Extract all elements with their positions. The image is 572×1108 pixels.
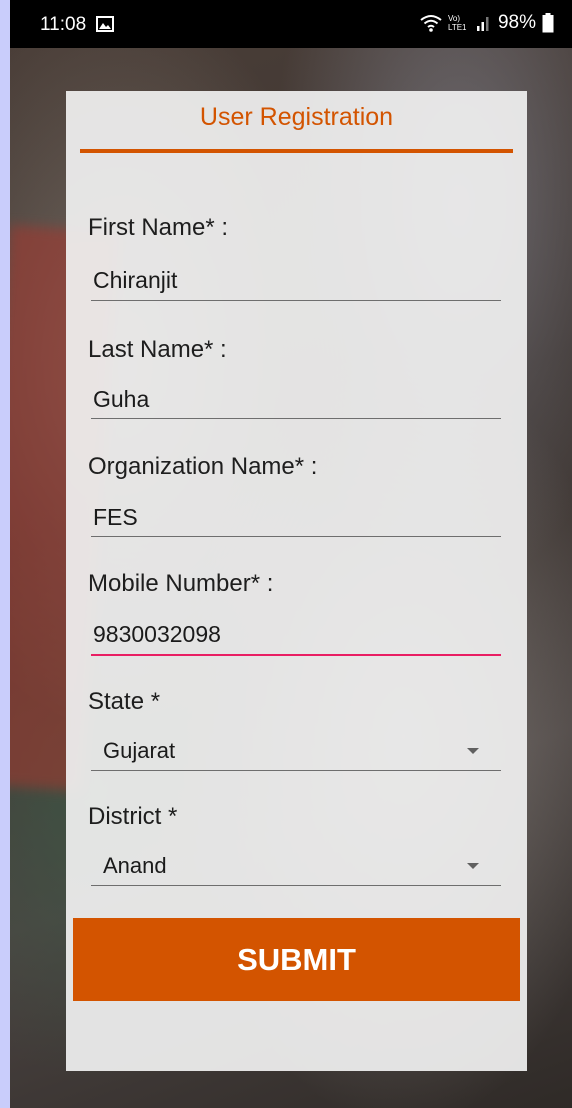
district-dropdown[interactable]: Anand [103,853,167,879]
last-name-field[interactable]: Guha [93,386,149,413]
status-icons: Vo) LTE1 98% [420,12,554,34]
state-label: State * [88,688,161,715]
submit-button[interactable]: SUBMIT [73,918,520,1001]
wifi-icon [420,15,442,32]
organization-underline [91,536,501,537]
page-title: User Registration [199,103,394,131]
battery-icon [542,13,554,33]
gallery-icon [96,16,114,32]
organization-label: Organization Name* : [88,453,318,480]
status-time: 11:08 [40,14,87,35]
mobile-label: Mobile Number* : [88,570,274,597]
mobile-field[interactable]: 9830032098 [93,621,221,648]
district-dropdown-arrow-icon[interactable] [467,863,479,869]
network-label: Vo) LTE1 [447,14,467,32]
first-name-underline [91,300,501,301]
battery-percent: 98% [497,12,536,33]
signal-icon [476,17,489,31]
last-name-underline [91,418,501,419]
state-dropdown-arrow-icon[interactable] [467,748,479,754]
district-label: District * [88,803,178,830]
last-name-label: Last Name* : [88,336,227,363]
organization-field[interactable]: FES [93,504,138,531]
first-name-label: First Name* : [88,214,229,241]
state-underline [91,770,501,771]
state-dropdown[interactable]: Gujarat [103,738,175,764]
registration-card: User Registration First Name* : Chiranji… [66,91,527,1071]
status-bar: 11:08 Vo) LTE1 98% [10,0,572,48]
district-underline [91,885,501,886]
mobile-underline-focused [91,654,501,656]
title-divider [80,149,513,153]
phone-screen: 11:08 Vo) LTE1 98% User Registration Fir… [10,0,572,1108]
first-name-field[interactable]: Chiranjit [93,267,177,294]
